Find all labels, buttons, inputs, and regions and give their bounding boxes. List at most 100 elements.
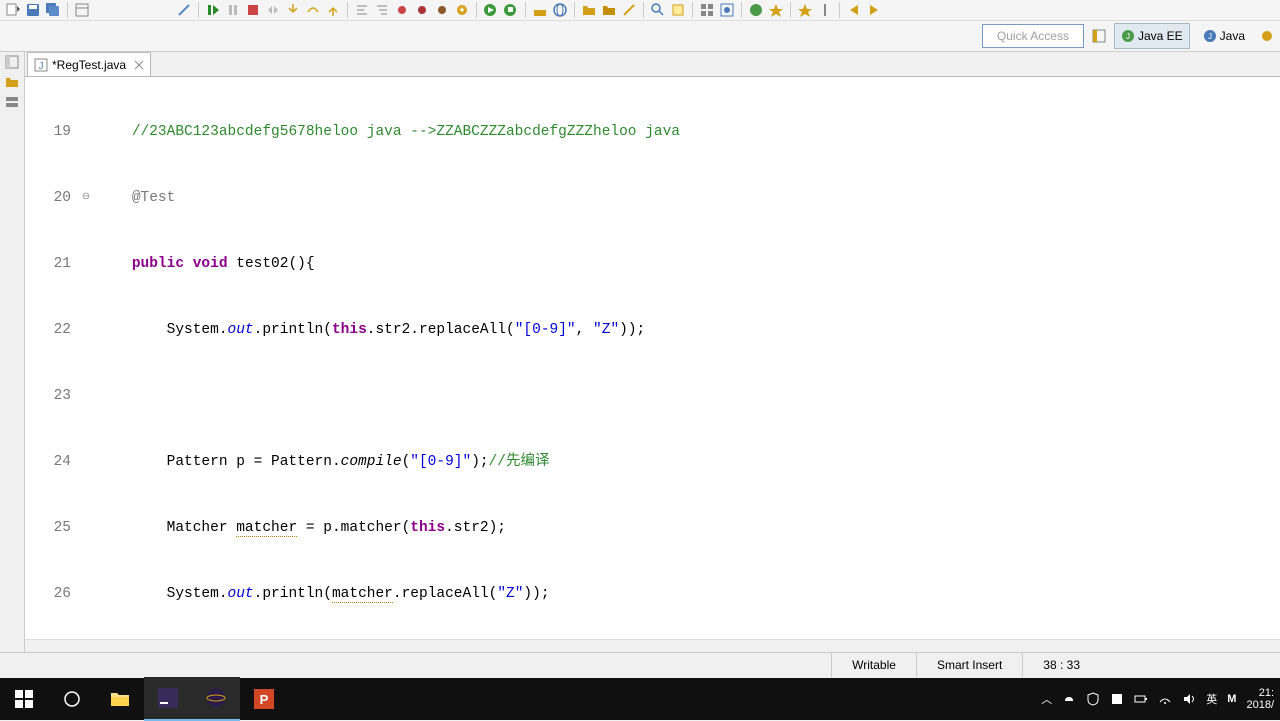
search-icon[interactable]	[649, 1, 667, 19]
perspective-extra-icon[interactable]	[1258, 27, 1276, 45]
separator	[198, 2, 199, 18]
step-return-icon[interactable]	[324, 1, 342, 19]
windows-taskbar: P ︿ 英 M 21: 2018/	[0, 678, 1280, 720]
browser-icon[interactable]	[718, 1, 736, 19]
align-icon[interactable]	[353, 1, 371, 19]
separator	[574, 2, 575, 18]
separator	[839, 2, 840, 18]
forward-icon[interactable]	[865, 1, 883, 19]
file-explorer-button[interactable]	[96, 678, 144, 720]
star2-icon[interactable]	[796, 1, 814, 19]
powerpoint-button[interactable]: P	[240, 678, 288, 720]
svg-text:P: P	[260, 692, 269, 707]
eclipse-button[interactable]	[192, 677, 240, 721]
debug-wand-icon[interactable]	[175, 1, 193, 19]
folder1-icon[interactable]	[580, 1, 598, 19]
system-tray: ︿ 英 M 21: 2018/	[1041, 687, 1280, 711]
star1-icon[interactable]	[767, 1, 785, 19]
perspective-javaee-label: Java EE	[1138, 29, 1183, 43]
separator	[347, 2, 348, 18]
save-icon[interactable]	[24, 1, 42, 19]
grid-icon[interactable]	[698, 1, 716, 19]
svg-text:J: J	[39, 61, 44, 72]
deploy-icon[interactable]	[531, 1, 549, 19]
servers-icon[interactable]	[4, 94, 20, 110]
perspective-java[interactable]: J Java	[1196, 23, 1252, 49]
wand2-icon[interactable]	[620, 1, 638, 19]
left-trim-bar	[0, 52, 25, 652]
external-dropdown-icon[interactable]	[502, 1, 520, 19]
separator	[525, 2, 526, 18]
javaee-icon: J	[1121, 29, 1135, 43]
tray-m[interactable]: M	[1227, 693, 1236, 705]
open-perspective-icon[interactable]	[1090, 27, 1108, 45]
sort-icon[interactable]	[373, 1, 391, 19]
line-number: 26	[31, 583, 79, 605]
tab-label: *RegTest.java	[52, 58, 126, 72]
status-insert-mode: Smart Insert	[916, 653, 1022, 677]
back-icon[interactable]	[845, 1, 863, 19]
svg-text:✦: ✦	[458, 5, 466, 15]
perspective-bar: Quick Access J Java EE J Java	[0, 21, 1280, 52]
globe2-icon[interactable]	[747, 1, 765, 19]
tray-shield-icon[interactable]	[1086, 692, 1100, 706]
run-dropdown-icon[interactable]	[482, 1, 500, 19]
highlight-icon[interactable]	[669, 1, 687, 19]
separator	[643, 2, 644, 18]
status-cursor-pos: 38 : 33	[1022, 653, 1100, 677]
intellij-button[interactable]	[144, 677, 192, 721]
disconnect-icon[interactable]	[264, 1, 282, 19]
bug1-icon[interactable]	[393, 1, 411, 19]
package-explorer-icon[interactable]	[4, 74, 20, 90]
tray-clock[interactable]: 21: 2018/	[1246, 687, 1274, 711]
start-button[interactable]	[0, 678, 48, 720]
editor-tabs: J *RegTest.java	[25, 52, 1280, 77]
step-into-icon[interactable]	[284, 1, 302, 19]
toggle-icon[interactable]	[73, 1, 91, 19]
marker-icon[interactable]	[816, 1, 834, 19]
line-number: 21	[31, 253, 79, 275]
terminate-icon[interactable]	[244, 1, 262, 19]
tray-ime[interactable]: 英	[1206, 691, 1217, 707]
tray-wifi-icon[interactable]	[1158, 692, 1172, 706]
new-class-icon[interactable]: ✦	[453, 1, 471, 19]
step-over-icon[interactable]	[304, 1, 322, 19]
resume-icon[interactable]	[204, 1, 222, 19]
tray-chevron-icon[interactable]: ︿	[1041, 691, 1052, 707]
globe-icon[interactable]	[551, 1, 569, 19]
restore-icon[interactable]	[4, 54, 20, 70]
java-file-icon: J	[34, 58, 48, 72]
main-area: J *RegTest.java 19 //23ABC123abcdefg5678…	[0, 52, 1280, 652]
cortana-button[interactable]	[48, 678, 96, 720]
line-number: 23	[31, 385, 79, 407]
tray-app-icon[interactable]	[1110, 692, 1124, 706]
java-icon: J	[1203, 29, 1217, 43]
bug3-icon[interactable]	[433, 1, 451, 19]
quick-access-field[interactable]: Quick Access	[982, 24, 1084, 48]
tray-volume-icon[interactable]	[1182, 692, 1196, 706]
suspend-icon[interactable]	[224, 1, 242, 19]
line-number: 22	[31, 319, 79, 341]
line-number: 25	[31, 517, 79, 539]
new-dropdown-icon[interactable]	[4, 1, 22, 19]
code-editor[interactable]: 19 //23ABC123abcdefg5678heloo java -->ZZ…	[25, 77, 1280, 639]
save-all-icon[interactable]	[44, 1, 62, 19]
folder2-icon[interactable]	[600, 1, 618, 19]
tray-battery-icon[interactable]	[1134, 692, 1148, 706]
editor-tab-regtest[interactable]: J *RegTest.java	[27, 52, 151, 76]
tray-onedrive-icon[interactable]	[1062, 692, 1076, 706]
svg-text:J: J	[1126, 32, 1130, 41]
close-tab-icon[interactable]	[134, 60, 144, 70]
perspective-javaee[interactable]: J Java EE	[1114, 23, 1190, 49]
separator	[67, 2, 68, 18]
status-writable: Writable	[831, 653, 916, 677]
bug2-icon[interactable]	[413, 1, 431, 19]
svg-text:J: J	[1208, 32, 1212, 41]
separator	[692, 2, 693, 18]
separator	[476, 2, 477, 18]
separator	[741, 2, 742, 18]
perspective-java-label: Java	[1220, 29, 1245, 43]
line-number: 24	[31, 451, 79, 473]
horizontal-scrollbar[interactable]	[25, 639, 1280, 652]
line-number: 20	[31, 187, 79, 209]
